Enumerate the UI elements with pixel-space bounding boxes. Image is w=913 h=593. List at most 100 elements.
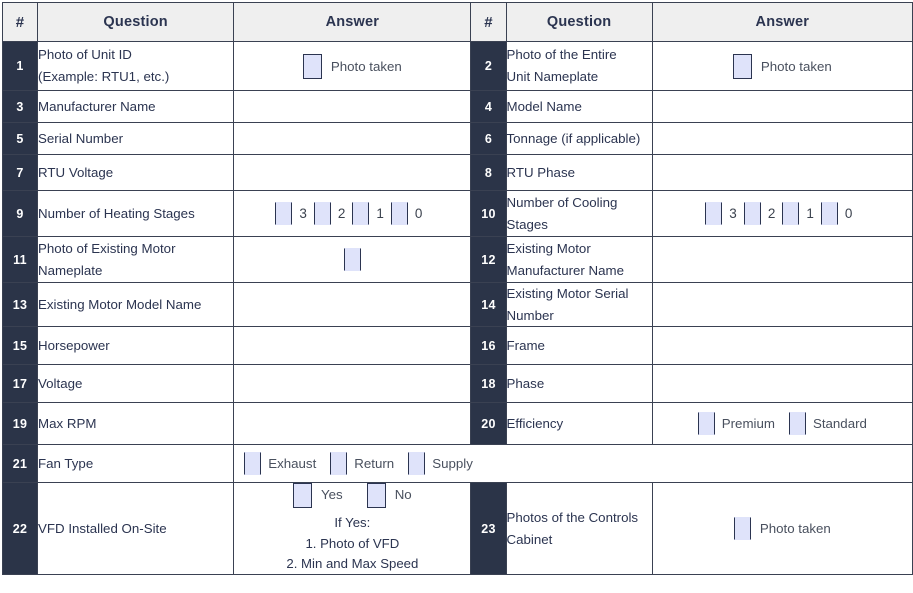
checkbox-icon[interactable]: [732, 53, 752, 79]
checkbox-icon[interactable]: [820, 202, 838, 225]
stage-label: 0: [414, 206, 423, 221]
answer-cell-19[interactable]: [233, 402, 472, 446]
stage-label: 0: [844, 206, 853, 221]
question-cell-15: Horsepower: [37, 326, 235, 366]
table-row: 21 Fan Type Exhaust Return Supply: [1, 444, 913, 484]
vfd-instruction-2: 2. Min and Max Speed: [286, 555, 419, 571]
question-cell-5: Serial Number: [37, 122, 235, 155]
answer-cell-7[interactable]: [233, 154, 472, 191]
efficiency-premium-option[interactable]: Premium: [697, 412, 775, 436]
question-line: Efficiency: [506, 415, 564, 431]
header-question-left: Question: [37, 2, 235, 42]
question-line: RTU Voltage: [38, 164, 114, 180]
header-num-right: #: [470, 2, 507, 42]
answer-cell-13[interactable]: [233, 281, 472, 328]
checkbox-icon[interactable]: [743, 202, 761, 225]
answer-cell-5[interactable]: [233, 122, 472, 155]
question-cell-22: VFD Installed On-Site: [37, 482, 235, 576]
answer-cell-12[interactable]: [651, 236, 913, 283]
answer-cell-1: Photo taken: [233, 41, 472, 91]
row-number-6: 6: [470, 122, 507, 155]
vfd-answer-block: Yes No If Yes: 1. Photo of VFD 2. Min an…: [234, 483, 470, 574]
stage-label: 1: [806, 206, 814, 221]
question-line: Photo of the Entire: [506, 47, 617, 63]
answer-cell-17[interactable]: [233, 364, 472, 404]
row-number-8: 8: [470, 154, 507, 191]
checkbox-icon[interactable]: [705, 202, 723, 225]
vfd-yes-option[interactable]: Yes: [293, 483, 343, 509]
motor-nameplate-option-group: [234, 248, 470, 271]
form-sheet: # Question Answer # Question Answer 1 Ph…: [0, 2, 913, 593]
checkbox-icon[interactable]: [390, 202, 408, 225]
fan-type-return-option[interactable]: Return: [330, 452, 394, 476]
stage-label: 3: [729, 206, 737, 221]
checkbox-icon[interactable]: [366, 483, 386, 509]
stage-label: 2: [337, 206, 346, 221]
checkbox-icon[interactable]: [782, 202, 800, 225]
vfd-no-option[interactable]: No: [366, 483, 412, 509]
question-cell-13: Existing Motor Model Name: [37, 281, 235, 328]
checkbox-icon[interactable]: [293, 483, 312, 509]
row-number-9: 9: [1, 190, 39, 237]
row-number-4: 4: [470, 90, 507, 123]
question-line: Photo of Existing Motor: [38, 240, 176, 256]
checkbox-icon[interactable]: [352, 202, 370, 225]
question-cell-6: Tonnage (if applicable): [505, 122, 653, 155]
question-line: (Example: RTU1, etc.): [38, 69, 170, 84]
answer-cell-4[interactable]: [651, 90, 913, 123]
checkbox-icon[interactable]: [330, 452, 348, 476]
row-number-17: 17: [1, 364, 39, 404]
answer-cell-18[interactable]: [651, 364, 913, 404]
option-label: Exhaust: [268, 456, 317, 472]
question-cell-8: RTU Phase: [505, 154, 653, 191]
row-number-14: 14: [470, 281, 507, 328]
row-number-2: 2: [470, 41, 507, 91]
answer-cell-16[interactable]: [651, 326, 913, 366]
header-answer-left: Answer: [233, 2, 472, 42]
answer-cell-14[interactable]: [651, 281, 913, 328]
answer-cell-3[interactable]: [233, 90, 472, 123]
photo-taken-option[interactable]: Photo taken: [302, 53, 402, 79]
question-cell-4: Model Name: [505, 90, 653, 123]
checkbox-icon[interactable]: [302, 53, 322, 79]
question-cell-1: Photo of Unit ID (Example: RTU1, etc.): [37, 41, 235, 91]
fan-type-supply-option[interactable]: Supply: [408, 452, 473, 476]
checkbox-icon[interactable]: [275, 202, 293, 225]
efficiency-standard-option[interactable]: Standard: [788, 412, 867, 436]
checkbox-icon[interactable]: [313, 202, 331, 225]
checkbox-icon[interactable]: [408, 452, 426, 476]
stage-label: 1: [376, 206, 384, 221]
answer-cell-8[interactable]: [651, 154, 913, 191]
photo-taken-option[interactable]: Photo taken: [732, 53, 832, 79]
question-cell-18: Phase: [505, 364, 653, 404]
question-line: Number of Cooling: [506, 194, 618, 210]
question-cell-21: Fan Type: [37, 444, 235, 484]
photo-taken-option[interactable]: Photo taken: [733, 517, 831, 541]
vfd-yesno-option-group: Yes No: [234, 483, 470, 509]
cooling-stages-option-group: 3 2 1 0: [653, 202, 912, 225]
question-line: Manufacturer Name: [38, 98, 156, 114]
row-number-11: 11: [1, 236, 39, 283]
question-line: Nameplate: [38, 262, 103, 278]
fan-type-exhaust-option[interactable]: Exhaust: [244, 452, 317, 476]
row-number-15: 15: [1, 326, 39, 366]
stage-label: 3: [299, 206, 307, 221]
option-label: Photo taken: [759, 521, 831, 537]
row-number-13: 13: [1, 281, 39, 328]
photo-taken-option-group: Photo taken: [234, 53, 470, 79]
answer-cell-15[interactable]: [233, 326, 472, 366]
checkbox-icon[interactable]: [343, 248, 361, 271]
table-row: 17 Voltage 18 Phase: [1, 364, 913, 404]
checkbox-icon[interactable]: [697, 412, 715, 436]
checkbox-icon[interactable]: [244, 452, 262, 476]
question-line: Tonnage (if applicable): [506, 130, 641, 146]
question-line: Model Name: [506, 98, 582, 114]
checkbox-icon[interactable]: [788, 412, 806, 436]
row-number-16: 16: [470, 326, 507, 366]
checkbox-icon[interactable]: [733, 517, 751, 541]
question-line: Stages: [506, 216, 548, 232]
row-number-7: 7: [1, 154, 39, 191]
photo-taken-option-group: Photo taken: [653, 53, 912, 79]
answer-cell-6[interactable]: [651, 122, 913, 155]
option-label: Supply: [432, 456, 473, 472]
